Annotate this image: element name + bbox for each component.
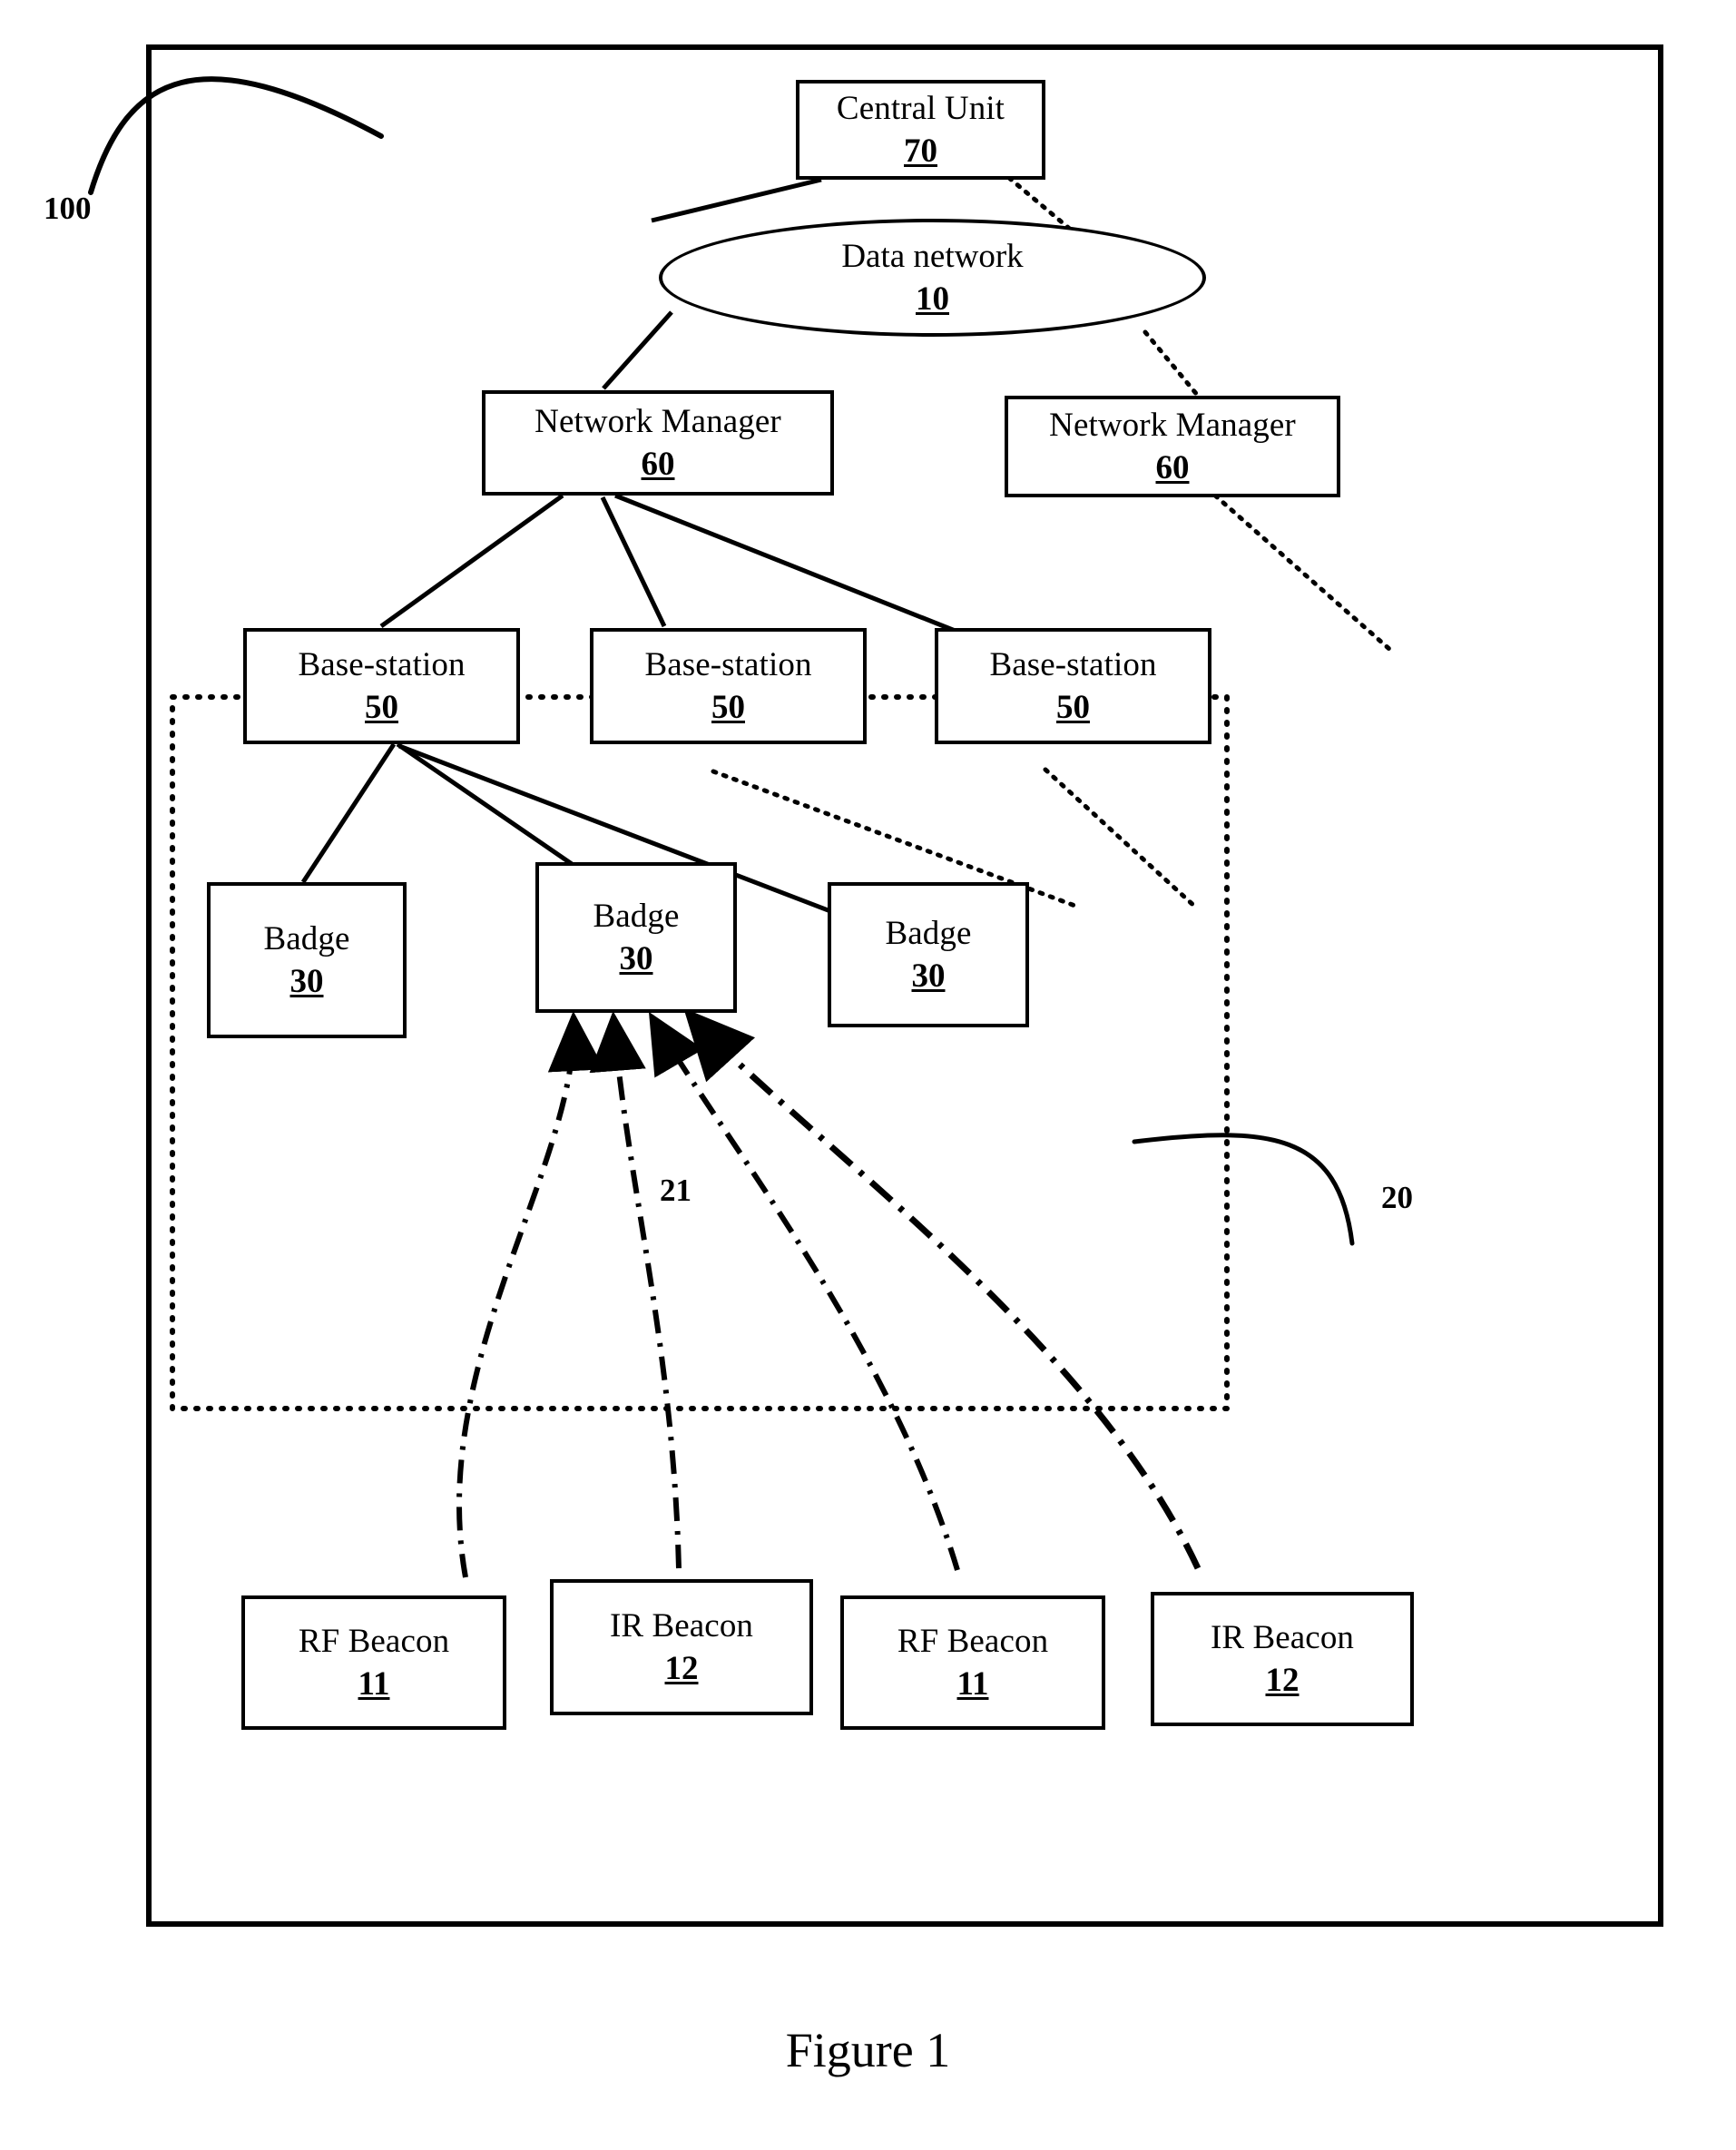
link-nm-to-bs3 (614, 493, 963, 636)
node-base-station-1[interactable]: Base-station 50 (243, 628, 520, 744)
network-manager-left-title: Network Manager (535, 402, 781, 440)
node-ir-beacon-1[interactable]: IR Beacon 12 (550, 1579, 813, 1715)
base-station-1-title: Base-station (298, 645, 466, 683)
base-station-3-number: 50 (1056, 689, 1090, 726)
node-rf-beacon-2[interactable]: RF Beacon 11 (840, 1595, 1105, 1730)
ir-beacon-2-title: IR Beacon (1210, 1618, 1355, 1656)
patent-figure: Central Unit 70 Data network 10 Network … (0, 0, 1736, 2150)
link-network-to-nm-left (602, 310, 673, 390)
node-ir-beacon-2[interactable]: IR Beacon 12 (1151, 1592, 1414, 1726)
leader-line-20 (1132, 1133, 1355, 1246)
node-data-network[interactable]: Data network 10 (659, 219, 1206, 337)
badge-2-title: Badge (593, 897, 680, 935)
ref-label-20: 20 (1381, 1180, 1413, 1215)
data-network-number: 10 (916, 280, 949, 318)
badge-2-number: 30 (619, 940, 653, 977)
link-network-to-nm-right (1143, 329, 1201, 398)
ir-beacon-2-number: 12 (1265, 1662, 1300, 1699)
network-manager-right-number: 60 (1155, 449, 1190, 486)
node-base-station-3[interactable]: Base-station 50 (935, 628, 1211, 744)
rf-beacon-2-title: RF Beacon (897, 1622, 1049, 1660)
link-bs1-to-badge1 (300, 742, 397, 884)
figure-caption: Figure 1 (785, 2023, 951, 2077)
ref-label-100: 100 (44, 191, 92, 226)
link-nm-to-bs2 (600, 496, 667, 628)
ref-label-21: 21 (660, 1173, 691, 1208)
badge-3-title: Badge (885, 914, 972, 952)
inner-dotted-region (170, 694, 1230, 1411)
node-badge-2[interactable]: Badge 30 (535, 862, 737, 1013)
node-network-manager-right[interactable]: Network Manager 60 (1005, 396, 1340, 497)
base-station-3-title: Base-station (989, 645, 1157, 683)
central-unit-number: 70 (904, 133, 937, 170)
network-manager-left-number: 60 (641, 446, 675, 483)
link-nm-right-trail (1204, 486, 1393, 653)
central-unit-title: Central Unit (836, 89, 1005, 127)
rf-beacon-1-title: RF Beacon (298, 1622, 450, 1660)
node-base-station-2[interactable]: Base-station 50 (590, 628, 867, 744)
node-rf-beacon-1[interactable]: RF Beacon 11 (241, 1595, 506, 1730)
base-station-2-number: 50 (711, 689, 745, 726)
link-central-to-network-solid (651, 177, 822, 223)
base-station-2-title: Base-station (644, 645, 812, 683)
node-badge-3[interactable]: Badge 30 (828, 882, 1029, 1027)
signal-rf-beacon-2 (648, 1011, 960, 1571)
signal-ir-beacon-2 (683, 1007, 1201, 1570)
badge-1-number: 30 (289, 963, 324, 1000)
badge-3-number: 30 (911, 957, 946, 995)
signal-rf-beacon-1 (456, 1011, 605, 1578)
ir-beacon-1-number: 12 (664, 1650, 699, 1687)
node-network-manager-left[interactable]: Network Manager 60 (482, 390, 834, 496)
node-badge-1[interactable]: Badge 30 (207, 882, 407, 1038)
rf-beacon-2-number: 11 (956, 1665, 989, 1703)
badge-1-title: Badge (263, 919, 350, 957)
link-bs3-dotted (1043, 767, 1199, 910)
ir-beacon-1-title: IR Beacon (609, 1606, 754, 1644)
base-station-1-number: 50 (365, 689, 398, 726)
rf-beacon-1-number: 11 (358, 1665, 390, 1703)
node-central-unit[interactable]: Central Unit 70 (796, 80, 1045, 180)
link-nm-to-bs1 (379, 493, 564, 629)
network-manager-right-title: Network Manager (1049, 406, 1296, 444)
leader-line-100 (88, 76, 384, 195)
signal-ir-beacon-1 (589, 1011, 682, 1569)
data-network-title: Data network (841, 238, 1024, 275)
